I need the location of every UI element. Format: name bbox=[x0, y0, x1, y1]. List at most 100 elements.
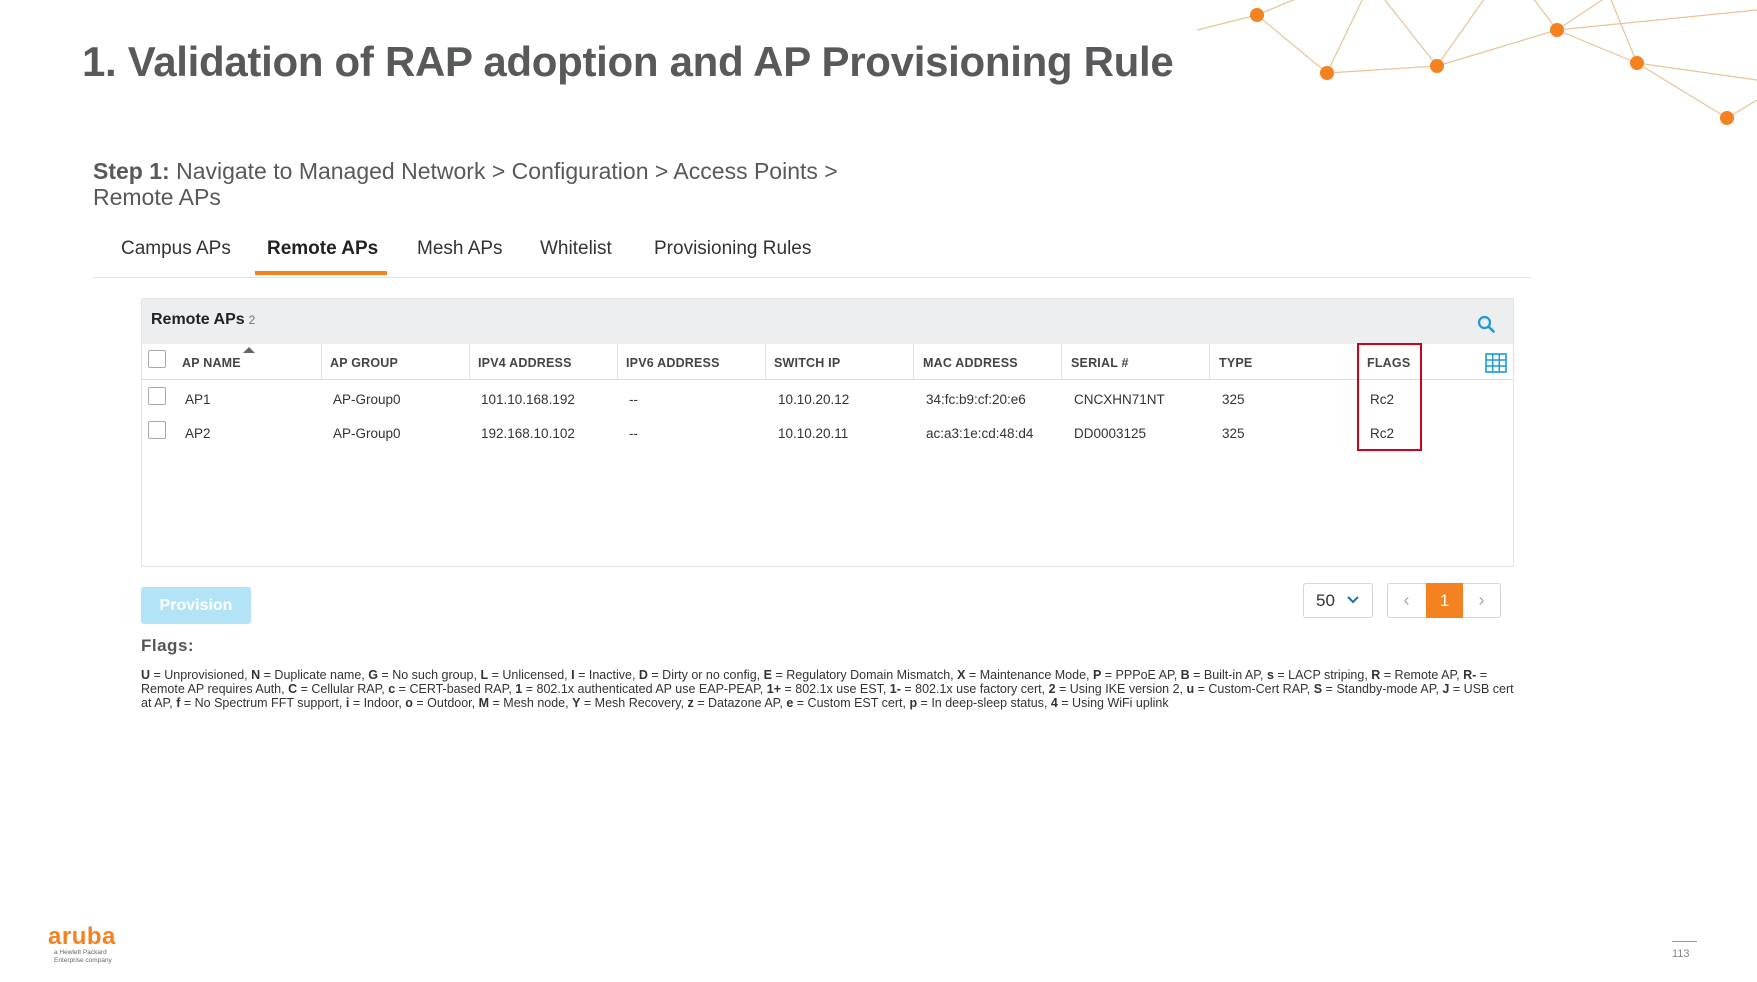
flag-key: C bbox=[288, 681, 298, 696]
cell-ipv6: -- bbox=[629, 392, 638, 407]
flag-description: = Dirty or no config, bbox=[647, 668, 764, 682]
column-divider[interactable] bbox=[913, 344, 914, 379]
search-icon[interactable] bbox=[1477, 315, 1495, 333]
flag-description: = Duplicate name, bbox=[260, 668, 369, 682]
flag-description: = Remote AP, bbox=[1380, 668, 1464, 682]
column-divider[interactable] bbox=[617, 344, 618, 379]
column-divider[interactable] bbox=[321, 344, 322, 379]
active-tab-indicator bbox=[255, 271, 387, 275]
flag-description: = Inactive, bbox=[574, 668, 639, 682]
current-page-button[interactable]: 1 bbox=[1426, 583, 1463, 618]
flag-key: R bbox=[1371, 668, 1381, 682]
flag-description: = Built-in AP, bbox=[1189, 668, 1267, 682]
flag-key: E bbox=[763, 668, 772, 682]
flag-key: S bbox=[1313, 681, 1323, 696]
network-decoration-graphic bbox=[1197, 0, 1757, 125]
page-size-value: 50 bbox=[1316, 591, 1335, 610]
remote-aps-panel: Remote APs 2 AP NAME AP GROUP IPV4 ADDRES… bbox=[141, 298, 1514, 567]
flag-description: = Outdoor, bbox=[412, 695, 479, 710]
sort-ascending-icon[interactable] bbox=[243, 347, 255, 353]
row-checkbox[interactable] bbox=[148, 421, 166, 439]
flag-description: = Custom EST cert, bbox=[793, 695, 910, 710]
page-number: 113 bbox=[1672, 948, 1690, 960]
flag-description: = In deep-sleep status, bbox=[917, 695, 1051, 710]
step-text: Navigate to Managed Network > Configurat… bbox=[93, 158, 838, 210]
cell-ipv4: 192.168.10.102 bbox=[481, 426, 575, 441]
flag-description: = Maintenance Mode, bbox=[965, 668, 1093, 682]
page-number-accent bbox=[1672, 941, 1697, 942]
column-divider[interactable] bbox=[1209, 344, 1210, 379]
column-header-ap-name[interactable]: AP NAME bbox=[182, 356, 241, 370]
cell-serial: DD0003125 bbox=[1074, 426, 1147, 441]
flag-key: p bbox=[909, 695, 918, 710]
ap-tabs: Campus APs Remote APs Mesh APs Whitelist… bbox=[93, 230, 1531, 278]
flag-key: M bbox=[478, 695, 490, 710]
flag-description: = Indoor, bbox=[349, 695, 406, 710]
column-header-ap-group[interactable]: AP GROUP bbox=[330, 356, 398, 370]
flag-description: = 802.1x authenticated AP use EAP-PEAP, bbox=[522, 681, 767, 696]
tab-provisioning-rules[interactable]: Provisioning Rules bbox=[654, 238, 811, 272]
chevron-down-icon bbox=[1347, 596, 1359, 604]
tab-whitelist[interactable]: Whitelist bbox=[540, 238, 612, 272]
table-columns-icon[interactable] bbox=[1485, 353, 1507, 373]
flag-description: = 802.1x use factory cert, bbox=[900, 681, 1049, 696]
panel-header: Remote APs 2 bbox=[142, 299, 1513, 344]
flag-description: = No such group, bbox=[377, 668, 481, 682]
page-size-select[interactable]: 50 bbox=[1303, 583, 1373, 618]
column-header-ipv6-address[interactable]: IPV6 ADDRESS bbox=[626, 356, 720, 370]
cell-mac: ac:a3:1e:cd:48:d4 bbox=[926, 426, 1034, 441]
flag-key: L bbox=[480, 668, 489, 682]
flag-description: = Custom-Cert RAP, bbox=[1194, 681, 1314, 696]
select-all-checkbox[interactable] bbox=[148, 350, 166, 368]
flag-description: = No Spectrum FFT support, bbox=[180, 695, 346, 710]
cell-ap-name: AP1 bbox=[185, 392, 211, 407]
column-divider[interactable] bbox=[469, 344, 470, 379]
flag-key: U bbox=[141, 668, 151, 682]
column-header-mac-address[interactable]: MAC ADDRESS bbox=[923, 356, 1018, 370]
cell-switch-ip: 10.10.20.12 bbox=[778, 392, 850, 407]
column-divider[interactable] bbox=[1061, 344, 1062, 379]
column-header-ipv4-address[interactable]: IPV4 ADDRESS bbox=[478, 356, 572, 370]
column-header-serial[interactable]: SERIAL # bbox=[1071, 356, 1129, 370]
flag-key: R- bbox=[1463, 668, 1477, 682]
flag-description: = Datazone AP, bbox=[693, 695, 787, 710]
flag-description: = PPPoE AP, bbox=[1101, 668, 1181, 682]
flag-key: B bbox=[1180, 668, 1190, 682]
flag-key: D bbox=[638, 668, 648, 682]
tab-mesh-aps[interactable]: Mesh APs bbox=[417, 238, 503, 272]
flag-description: = CERT-based RAP, bbox=[395, 681, 516, 696]
prev-page-button[interactable]: ‹ bbox=[1388, 584, 1425, 617]
flag-key: o bbox=[405, 695, 413, 710]
cell-ap-group: AP-Group0 bbox=[333, 392, 401, 407]
flag-description: = Using WiFi uplink bbox=[1057, 695, 1169, 710]
column-divider[interactable] bbox=[765, 344, 766, 379]
flag-description: = Mesh node, bbox=[489, 695, 573, 710]
cell-type: 325 bbox=[1222, 426, 1245, 441]
flags-column-highlight bbox=[1357, 343, 1422, 451]
cell-type: 325 bbox=[1222, 392, 1245, 407]
slide-title: 1. Validation of RAP adoption and AP Pro… bbox=[82, 38, 1174, 85]
column-header-switch-ip[interactable]: SWITCH IP bbox=[774, 356, 840, 370]
cell-mac: 34:fc:b9:cf:20:e6 bbox=[926, 392, 1026, 407]
cell-ipv6: -- bbox=[629, 426, 638, 441]
flags-heading: Flags: bbox=[141, 636, 195, 655]
row-checkbox[interactable] bbox=[148, 387, 166, 405]
flag-key: 1- bbox=[889, 681, 901, 696]
panel-title-text: Remote APs bbox=[151, 311, 245, 328]
cell-ipv4: 101.10.168.192 bbox=[481, 392, 575, 407]
flag-description: = Cellular RAP, bbox=[297, 681, 389, 696]
tab-remote-aps[interactable]: Remote APs bbox=[267, 238, 378, 272]
flag-key: 4 bbox=[1050, 695, 1058, 710]
provision-button[interactable]: Provision bbox=[141, 587, 251, 624]
flag-description: = 802.1x use EST, bbox=[781, 681, 890, 696]
next-page-button[interactable]: › bbox=[1463, 584, 1500, 617]
flag-key: 2 bbox=[1048, 681, 1056, 696]
step-instruction: Step 1: Navigate to Managed Network > Co… bbox=[93, 158, 913, 210]
flag-key: s bbox=[1266, 668, 1274, 682]
flag-key: G bbox=[368, 668, 378, 682]
flag-description: = Standby-mode AP, bbox=[1322, 681, 1443, 696]
tab-campus-aps[interactable]: Campus APs bbox=[121, 238, 231, 272]
flag-description: = Mesh Recovery, bbox=[580, 695, 688, 710]
flag-description: = Unprovisioned, bbox=[150, 668, 252, 682]
column-header-type[interactable]: TYPE bbox=[1219, 356, 1252, 370]
